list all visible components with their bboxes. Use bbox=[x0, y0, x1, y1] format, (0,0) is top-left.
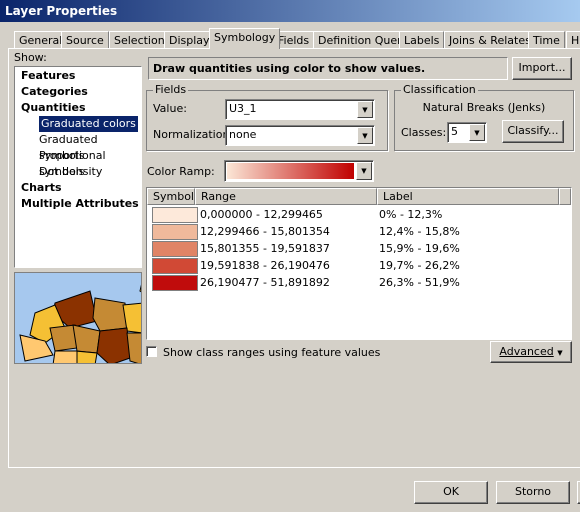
classification-group-title: Classification bbox=[401, 83, 478, 96]
header-label[interactable]: Label bbox=[377, 188, 559, 205]
show-item[interactable]: Graduated symbols bbox=[15, 132, 141, 162]
table-row[interactable]: 12,299466 - 15,801354 12,4% - 15,8% bbox=[147, 223, 571, 241]
color-ramp-gradient bbox=[227, 163, 354, 179]
classes-table[interactable]: Symbol Range Label 0,000000 - 12,299465 0… bbox=[146, 187, 572, 340]
show-item[interactable]: Categories bbox=[15, 84, 141, 100]
window-title: Layer Properties bbox=[5, 4, 118, 18]
tab-symbology[interactable]: Symbology bbox=[209, 28, 281, 49]
symbol-swatch[interactable] bbox=[152, 241, 198, 257]
chevron-down-icon[interactable]: ▼ bbox=[357, 127, 373, 144]
show-ranges-checkbox[interactable] bbox=[146, 346, 157, 357]
classes-selected: 5 bbox=[451, 125, 458, 138]
show-item-label: Quantities bbox=[21, 101, 86, 114]
tab-time[interactable]: Time bbox=[528, 31, 565, 49]
header-range[interactable]: Range bbox=[195, 188, 377, 205]
range-cell[interactable]: 19,591838 - 26,190476 bbox=[200, 259, 330, 272]
show-item[interactable]: Multiple Attributes bbox=[15, 196, 141, 212]
range-cell[interactable]: 0,000000 - 12,299465 bbox=[200, 208, 323, 221]
classes-combo[interactable]: 5 ▼ bbox=[447, 122, 487, 143]
show-item-label: Multiple Attributes bbox=[21, 197, 139, 210]
title-bar: Layer Properties bbox=[0, 0, 580, 22]
chevron-down-icon[interactable]: ▼ bbox=[469, 124, 485, 141]
tab-labels[interactable]: Labels bbox=[399, 31, 445, 49]
show-item[interactable]: Quantities bbox=[15, 100, 141, 116]
table-row[interactable]: 15,801355 - 19,591837 15,9% - 19,6% bbox=[147, 240, 571, 258]
advanced-label: Advanced bbox=[499, 345, 554, 358]
description-box: Draw quantities using color to show valu… bbox=[148, 57, 508, 80]
symbol-swatch[interactable] bbox=[152, 275, 198, 291]
fields-group-title: Fields bbox=[153, 83, 189, 96]
show-item-label: Dot density bbox=[39, 165, 103, 178]
label-cell[interactable]: 26,3% - 51,9% bbox=[379, 276, 460, 289]
normalization-label: Normalization: bbox=[153, 128, 234, 141]
show-item[interactable]: Charts bbox=[15, 180, 141, 196]
show-item[interactable]: Proportional symbols bbox=[15, 148, 141, 178]
show-item[interactable]: Graduated colors bbox=[15, 116, 141, 132]
symbol-swatch[interactable] bbox=[152, 224, 198, 240]
chevron-down-icon: ▼ bbox=[557, 349, 563, 357]
normalization-selected: none bbox=[229, 128, 257, 141]
label-cell[interactable]: 0% - 12,3% bbox=[379, 208, 442, 221]
show-item[interactable]: Dot density bbox=[15, 164, 141, 180]
color-ramp-label: Color Ramp: bbox=[147, 165, 215, 178]
header-symbol[interactable]: Symbol bbox=[147, 188, 195, 205]
range-cell[interactable]: 26,190477 - 51,891892 bbox=[200, 276, 330, 289]
show-item-label: Charts bbox=[21, 181, 62, 194]
show-label: Show: bbox=[14, 51, 47, 64]
table-row[interactable]: 0,000000 - 12,299465 0% - 12,3% bbox=[147, 206, 571, 224]
symbol-swatch[interactable] bbox=[152, 258, 198, 274]
show-ranges-label: Show class ranges using feature values bbox=[163, 346, 381, 359]
tab-general[interactable]: General bbox=[14, 31, 68, 49]
classify-button[interactable]: Classify... bbox=[502, 120, 564, 143]
symbol-swatch[interactable] bbox=[152, 207, 198, 223]
advanced-button[interactable]: Advanced ▼ bbox=[490, 341, 572, 363]
label-cell[interactable]: 19,7% - 26,2% bbox=[379, 259, 460, 272]
value-selected: U3_1 bbox=[229, 102, 257, 115]
classification-group: Classification Natural Breaks (Jenks) Cl… bbox=[394, 83, 574, 151]
fields-group: Fields Value: U3_1 ▼ Normalization: none ▼ bbox=[146, 83, 388, 151]
ok-button[interactable]: OK bbox=[414, 481, 488, 504]
show-item-label: Graduated colors bbox=[39, 116, 138, 132]
header-filler bbox=[559, 188, 571, 205]
classification-method: Natural Breaks (Jenks) bbox=[422, 101, 546, 114]
table-row[interactable]: 19,591838 - 26,190476 19,7% - 26,2% bbox=[147, 257, 571, 275]
tab-joins-relates[interactable]: Joins & Relates bbox=[444, 31, 536, 49]
label-cell[interactable]: 12,4% - 15,8% bbox=[379, 225, 460, 238]
cancel-button[interactable]: Storno bbox=[496, 481, 570, 504]
table-row[interactable]: 26,190477 - 51,891892 26,3% - 51,9% bbox=[147, 274, 571, 292]
range-cell[interactable]: 15,801355 - 19,591837 bbox=[200, 242, 330, 255]
range-cell[interactable]: 12,299466 - 15,801354 bbox=[200, 225, 330, 238]
value-label: Value: bbox=[153, 102, 187, 115]
label-cell[interactable]: 15,9% - 19,6% bbox=[379, 242, 460, 255]
tab-h[interactable]: H bbox=[566, 31, 580, 49]
normalization-combo[interactable]: none ▼ bbox=[225, 125, 375, 146]
map-preview bbox=[14, 272, 142, 364]
show-item[interactable]: Features bbox=[15, 68, 141, 84]
tab-source[interactable]: Source bbox=[61, 31, 109, 49]
tab-selection[interactable]: Selection bbox=[109, 31, 170, 49]
tab-display[interactable]: Display bbox=[164, 31, 215, 49]
chevron-down-icon[interactable]: ▼ bbox=[357, 101, 373, 118]
import-button[interactable]: Import... bbox=[512, 57, 572, 80]
chevron-down-icon[interactable]: ▼ bbox=[356, 162, 372, 180]
show-item-label: Features bbox=[21, 69, 76, 82]
show-item-label: Categories bbox=[21, 85, 88, 98]
color-ramp-combo[interactable]: ▼ bbox=[224, 160, 374, 182]
show-tree[interactable]: Features Categories Quantities Graduated co… bbox=[14, 66, 142, 268]
description-text: Draw quantities using color to show valu… bbox=[153, 62, 426, 75]
value-combo[interactable]: U3_1 ▼ bbox=[225, 99, 375, 120]
classes-label: Classes: bbox=[401, 126, 447, 139]
